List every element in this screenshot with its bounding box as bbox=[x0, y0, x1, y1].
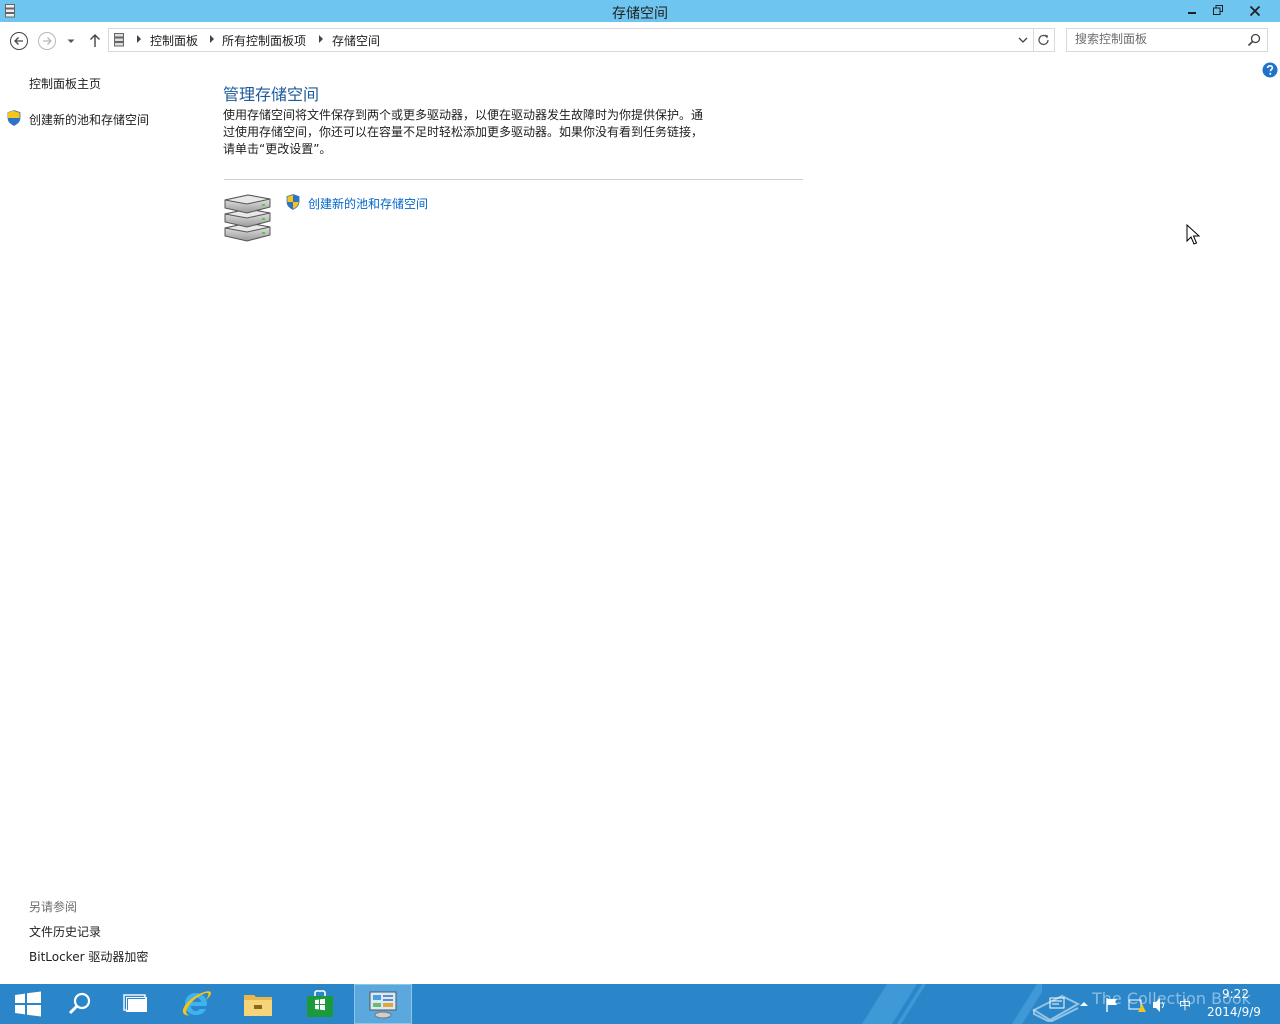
page-title: 管理存储空间 bbox=[223, 85, 320, 104]
taskbar-decoration bbox=[862, 984, 1042, 1024]
restore-button[interactable] bbox=[1205, 0, 1231, 22]
task-view-icon bbox=[123, 994, 147, 1012]
title-bar[interactable]: 存储空间 bbox=[0, 0, 1280, 22]
flag-icon[interactable] bbox=[1104, 997, 1120, 1013]
chevron-right-icon[interactable] bbox=[209, 34, 215, 44]
navigation-bar: 控制面板 所有控制面板项 存储空间 bbox=[0, 22, 1280, 58]
divider bbox=[224, 179, 803, 180]
control-panel-home-link[interactable]: 控制面板主页 bbox=[29, 75, 101, 92]
uac-shield-icon bbox=[286, 194, 300, 210]
internet-explorer-icon bbox=[182, 991, 211, 1016]
forward-button[interactable] bbox=[37, 31, 57, 51]
breadcrumb-all-items[interactable]: 所有控制面板项 bbox=[222, 32, 306, 49]
taskbar: The Collection Book 中 9:22 2014/9/9 bbox=[0, 984, 1280, 1024]
storage-location-icon bbox=[114, 33, 124, 47]
internet-explorer-button[interactable] bbox=[168, 984, 224, 1024]
minimize-button[interactable] bbox=[1179, 0, 1205, 22]
close-button[interactable] bbox=[1231, 0, 1278, 22]
input-method-indicator[interactable]: 中 bbox=[1179, 996, 1191, 1013]
restore-icon bbox=[1213, 5, 1223, 15]
address-bar[interactable]: 控制面板 所有控制面板项 存储空间 bbox=[108, 28, 1055, 52]
help-icon[interactable] bbox=[1262, 62, 1278, 78]
breadcrumb-control-panel[interactable]: 控制面板 bbox=[150, 32, 198, 49]
refresh-icon bbox=[1038, 34, 1049, 46]
search-input[interactable] bbox=[1067, 29, 1245, 49]
page-description: 使用存储空间将文件保存到两个或更多驱动器，以便在驱动器发生故障时为你提供保护。通… bbox=[223, 108, 704, 156]
create-pool-link-sidebar[interactable]: 创建新的池和存储空间 bbox=[29, 111, 149, 128]
search-taskbar-button[interactable] bbox=[52, 984, 108, 1024]
breadcrumb-storage-spaces[interactable]: 存储空间 bbox=[332, 32, 380, 49]
show-hidden-icons-chevron-up-icon[interactable] bbox=[1078, 997, 1090, 1011]
window-title: 存储空间 bbox=[612, 6, 668, 22]
search-box[interactable] bbox=[1066, 28, 1268, 52]
search-icon bbox=[68, 992, 91, 1015]
see-also-heading: 另请参阅 bbox=[29, 900, 78, 914]
network-warning-icon[interactable] bbox=[1128, 997, 1146, 1013]
minimize-icon bbox=[1188, 12, 1196, 14]
chevron-right-icon[interactable] bbox=[318, 34, 324, 44]
clock-time[interactable]: 9:22 bbox=[1222, 987, 1249, 1001]
close-icon bbox=[1249, 5, 1260, 17]
chevron-down-icon bbox=[1018, 37, 1028, 43]
address-history-button[interactable] bbox=[1014, 29, 1032, 51]
mouse-cursor-icon bbox=[1186, 224, 1200, 245]
uac-shield-icon bbox=[7, 110, 21, 126]
action-center-icon[interactable] bbox=[1049, 997, 1065, 1011]
file-explorer-icon bbox=[244, 995, 272, 1016]
search-icon[interactable] bbox=[1247, 33, 1261, 47]
recent-locations-chevron-down-icon[interactable] bbox=[64, 31, 78, 51]
start-icon bbox=[15, 991, 41, 1017]
chevron-right-icon[interactable] bbox=[136, 34, 142, 44]
refresh-button[interactable] bbox=[1033, 29, 1054, 51]
storage-drives-icon bbox=[224, 194, 271, 242]
file-explorer-button[interactable] bbox=[230, 984, 286, 1024]
control-panel-button[interactable] bbox=[354, 984, 412, 1024]
volume-icon[interactable] bbox=[1152, 997, 1168, 1013]
create-pool-link[interactable]: 创建新的池和存储空间 bbox=[308, 195, 428, 212]
clock-date[interactable]: 2014/9/9 bbox=[1207, 1005, 1261, 1019]
back-button[interactable] bbox=[9, 31, 29, 51]
store-icon bbox=[307, 990, 333, 1017]
start-button[interactable] bbox=[0, 984, 56, 1024]
up-arrow-icon[interactable] bbox=[86, 31, 104, 51]
bitlocker-link[interactable]: BitLocker 驱动器加密 bbox=[29, 948, 148, 965]
task-view-button[interactable] bbox=[108, 984, 164, 1024]
control-panel-icon bbox=[369, 991, 397, 1019]
file-history-link[interactable]: 文件历史记录 bbox=[29, 923, 101, 940]
store-button[interactable] bbox=[292, 984, 348, 1024]
